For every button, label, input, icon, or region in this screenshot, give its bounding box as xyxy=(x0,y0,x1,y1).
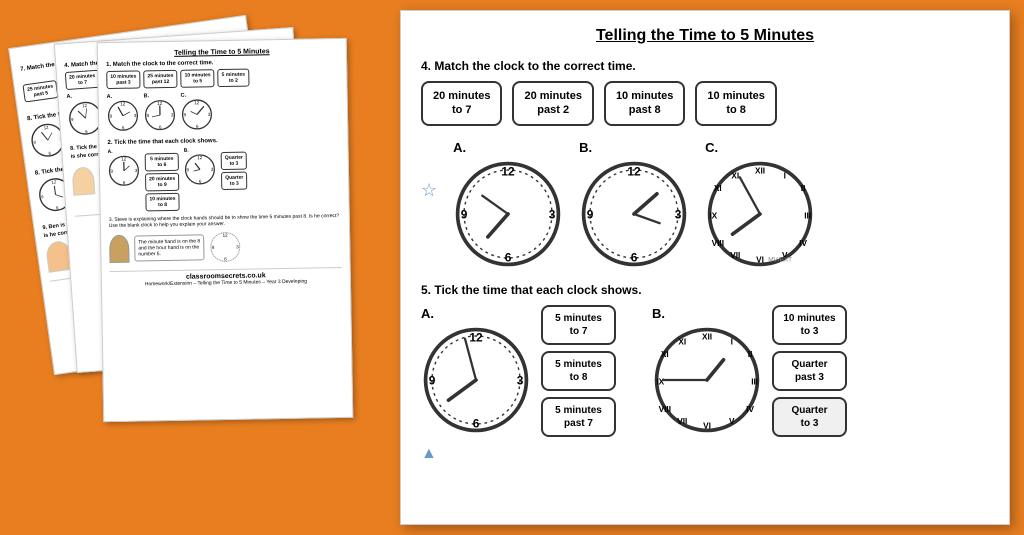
svg-text:III: III xyxy=(804,211,811,220)
svg-text:II: II xyxy=(801,184,806,193)
svg-text:XII: XII xyxy=(702,333,712,342)
s5-b-option-3[interactable]: Quarterto 3 xyxy=(772,397,847,437)
svg-text:XI: XI xyxy=(661,350,669,359)
svg-text:12: 12 xyxy=(120,101,126,106)
section5-clock-a-group: A. 12 3 6 9 5 minutesto 7 5 minutesto 8 … xyxy=(421,305,616,437)
background-page-3: Telling the Time to 5 Minutes 1. Match t… xyxy=(97,38,354,422)
svg-text:12: 12 xyxy=(628,164,642,178)
clock-b-svg: 12 3 6 9 xyxy=(579,159,689,269)
svg-text:IX: IX xyxy=(709,211,717,220)
svg-text:III: III xyxy=(751,378,758,387)
bottom-arrow-icon: ▲ xyxy=(421,445,437,462)
svg-text:VI: VI xyxy=(756,255,764,264)
svg-text:VIII: VIII xyxy=(712,239,724,248)
svg-text:VIII: VIII xyxy=(659,405,671,414)
svg-text:12: 12 xyxy=(194,100,200,105)
svg-text:3: 3 xyxy=(549,207,556,221)
svg-text:I: I xyxy=(784,171,786,180)
svg-text:VII: VII xyxy=(677,417,687,426)
s5-a-option-2[interactable]: 5 minutesto 8 xyxy=(541,351,616,391)
svg-text:9: 9 xyxy=(429,374,436,388)
svg-text:3: 3 xyxy=(517,374,524,388)
s5-b-option-1[interactable]: 10 minutesto 3 xyxy=(772,305,847,345)
svg-text:6: 6 xyxy=(631,250,638,264)
s5-clock-a-label: A. xyxy=(421,306,434,321)
clock-b-section4: B. 12 3 6 9 xyxy=(579,140,689,269)
svg-text:MV/EXT: MV/EXT xyxy=(768,256,792,263)
svg-text:12: 12 xyxy=(197,155,203,160)
svg-text:12: 12 xyxy=(157,101,163,106)
section5-clock-a-svg: 12 3 6 9 xyxy=(421,325,531,435)
svg-text:9: 9 xyxy=(587,207,594,221)
svg-text:9: 9 xyxy=(461,207,468,221)
clock-a-label: A. xyxy=(453,140,466,155)
svg-text:IV: IV xyxy=(746,405,754,414)
section5-label: 5. Tick the time that each clock shows. xyxy=(421,283,989,297)
s5-a-option-1[interactable]: 5 minutesto 7 xyxy=(541,305,616,345)
svg-text:12: 12 xyxy=(469,331,483,345)
bg3-title: Telling the Time to 5 Minutes xyxy=(106,47,338,58)
time-option-2: 20 minutespast 2 xyxy=(512,81,593,126)
clock-c-label: C. xyxy=(705,140,718,155)
svg-text:12: 12 xyxy=(502,164,516,178)
s5-clock-b-options: 10 minutesto 3 Quarterpast 3 Quarterto 3 xyxy=(772,305,847,437)
svg-text:IV: IV xyxy=(799,239,807,248)
main-worksheet: Telling the Time to 5 Minutes 4. Match t… xyxy=(400,10,1010,525)
star-icon: ☆ xyxy=(421,180,437,200)
section5-clock-a: A. 12 3 6 9 xyxy=(421,306,531,435)
svg-text:12: 12 xyxy=(121,156,127,161)
svg-text:6: 6 xyxy=(473,417,480,431)
svg-text:V: V xyxy=(729,417,735,426)
svg-text:VI: VI xyxy=(703,422,711,431)
section4-label: 4. Match the clock to the correct time. xyxy=(421,59,989,73)
section5-clock-b-svg: XII II III IV VI VIII IX XI I XI V VII xyxy=(652,325,762,435)
section5-clock-b: B. XII II III IV VI VIII IX XI I XI V VI… xyxy=(652,306,762,435)
time-option-4: 10 minutesto 8 xyxy=(695,81,776,126)
section5-content: A. 12 3 6 9 5 minutesto 7 5 minutesto 8 … xyxy=(421,305,989,437)
section5-clock-b-group: B. XII II III IV VI VIII IX XI I XI V VI… xyxy=(652,305,847,437)
s5-clock-a-options: 5 minutesto 7 5 minutesto 8 5 minutespas… xyxy=(541,305,616,437)
time-option-1: 20 minutesto 7 xyxy=(421,81,502,126)
s5-a-option-3[interactable]: 5 minutespast 7 xyxy=(541,397,616,437)
svg-text:3: 3 xyxy=(675,207,682,221)
clock-a-svg: 12 3 6 9 xyxy=(453,159,563,269)
clock-a-section4: A. 12 3 6 9 xyxy=(453,140,563,269)
clock-c-section4: C. XII II III IV VI VIII IX XI I XI V VI… xyxy=(705,140,815,269)
svg-text:XI: XI xyxy=(678,337,686,346)
svg-text:II: II xyxy=(748,350,753,359)
svg-text:12: 12 xyxy=(223,233,229,238)
svg-text:XII: XII xyxy=(755,166,765,175)
page-title: Telling the Time to 5 Minutes xyxy=(421,27,989,45)
svg-text:I: I xyxy=(731,337,733,346)
time-options-row: 20 minutesto 7 20 minutespast 2 10 minut… xyxy=(421,81,989,126)
svg-text:6: 6 xyxy=(505,250,512,264)
clock-b-label: B. xyxy=(579,140,592,155)
svg-text:XI: XI xyxy=(731,171,739,180)
clock-c-svg: XII II III IV VI VIII IX XI I XI V VII M… xyxy=(705,159,815,269)
s5-b-option-2[interactable]: Quarterpast 3 xyxy=(772,351,847,391)
svg-text:VII: VII xyxy=(730,251,740,260)
time-option-3: 10 minutespast 8 xyxy=(604,81,685,126)
s5-clock-b-label: B. xyxy=(652,306,665,321)
svg-text:XI: XI xyxy=(714,184,722,193)
